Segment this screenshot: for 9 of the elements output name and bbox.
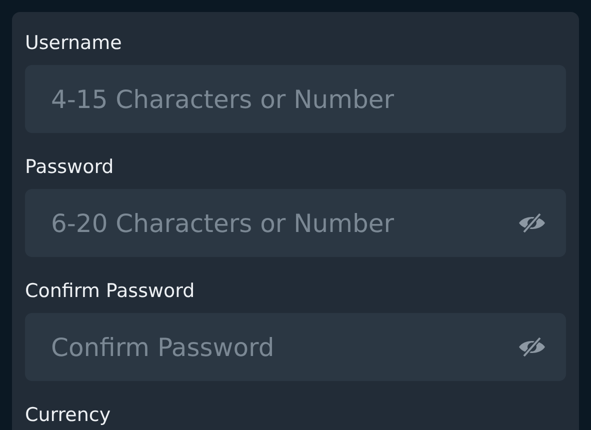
field-label: Confirm Password — [25, 279, 195, 303]
input-field[interactable]: 4-15 Characters or Number — [25, 65, 566, 133]
input-field[interactable]: Confirm Password — [25, 313, 566, 381]
field-label: Currency — [25, 403, 111, 427]
input-field[interactable]: 6-20 Characters or Number — [25, 189, 566, 257]
field-label: Username — [25, 31, 122, 55]
eye-slash-icon[interactable] — [518, 336, 546, 358]
eye-slash-icon[interactable] — [518, 212, 546, 234]
field-label: Password — [25, 155, 114, 179]
